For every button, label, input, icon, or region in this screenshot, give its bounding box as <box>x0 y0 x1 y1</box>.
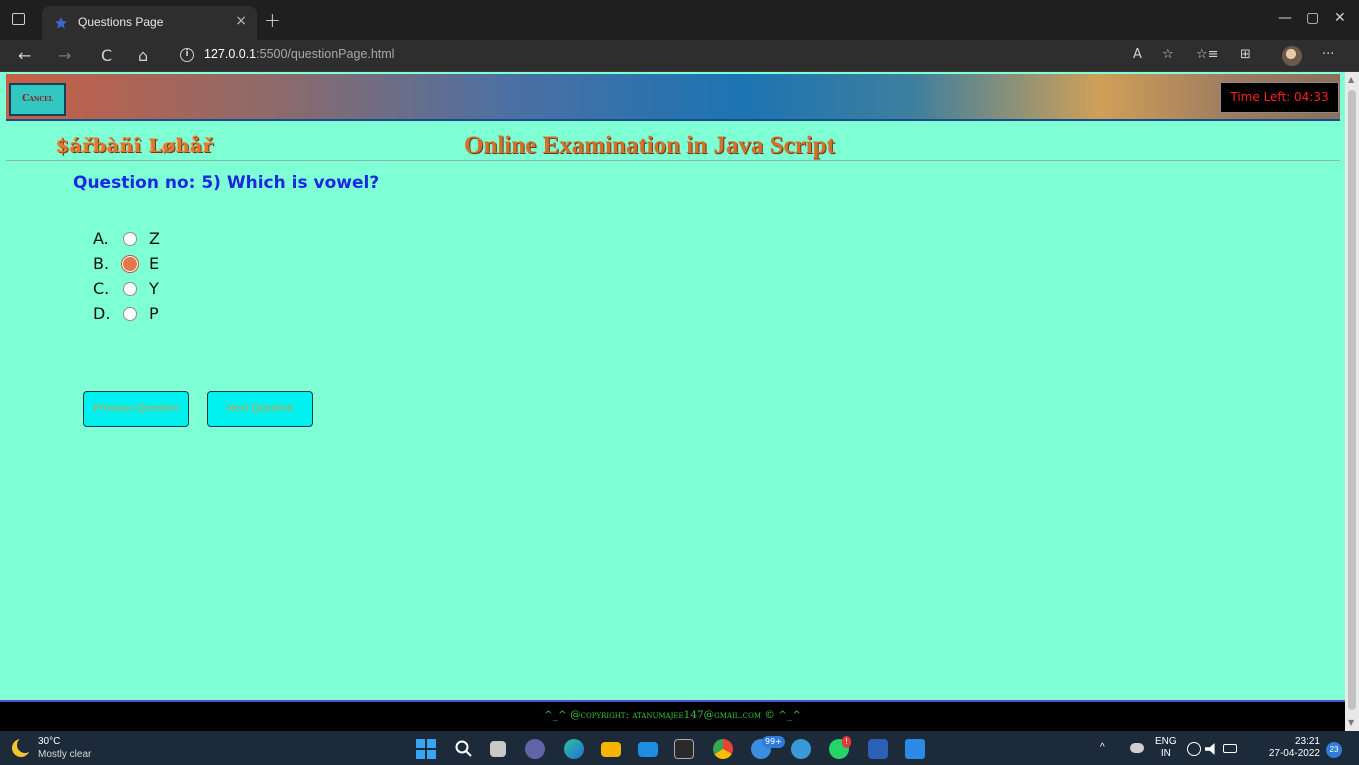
option-d[interactable]: D. P <box>93 301 160 326</box>
new-tab-icon[interactable]: + <box>264 8 281 32</box>
option-letter: D. <box>93 304 111 323</box>
profile-avatar[interactable] <box>1282 46 1302 66</box>
option-d-radio[interactable] <box>123 306 137 321</box>
whatsapp-alert-badge: ! <box>842 736 852 748</box>
address-bar: ← → C ⌂ i 127.0.0.1:5500/questionPage.ht… <box>0 40 1359 72</box>
cloud-icon[interactable] <box>1130 743 1144 753</box>
option-b-radio[interactable] <box>122 255 138 272</box>
notion-icon[interactable] <box>674 739 694 759</box>
refresh-icon[interactable]: C <box>101 46 112 65</box>
brand-logo-text: $ářbàñî Løhåř <box>56 135 214 157</box>
file-explorer-icon[interactable] <box>601 742 621 757</box>
start-menu-icon[interactable] <box>416 739 436 759</box>
cancel-button[interactable]: Cancel <box>9 83 66 116</box>
option-letter: A. <box>93 229 109 248</box>
option-letter: B. <box>93 254 110 273</box>
language-bottom: IN <box>1160 748 1171 759</box>
scroll-thumb[interactable] <box>1348 90 1356 710</box>
site-info-icon[interactable]: i <box>180 48 194 62</box>
clock-time: 23:21 <box>1294 736 1320 747</box>
tab-title: Questions Page <box>78 15 164 29</box>
favorites-icon[interactable]: ☆≡ <box>1196 47 1219 62</box>
option-b[interactable]: B. E <box>93 251 160 276</box>
browser-tab-bar: Questions Page × + — ▢ ✕ <box>0 0 1359 40</box>
page-viewport: Cancel Time Left: 04:33 $ářbàñî Løhåř On… <box>0 72 1345 731</box>
option-label: Z <box>149 229 160 248</box>
mail-icon[interactable] <box>638 742 658 757</box>
scroll-up-icon[interactable]: ▲ <box>1348 75 1354 84</box>
exam-header-bar: Cancel Time Left: 04:33 <box>6 74 1340 121</box>
battery-icon[interactable] <box>1223 744 1237 753</box>
network-icon[interactable] <box>1187 742 1201 756</box>
language-indicator[interactable]: ENG IN <box>1155 736 1177 760</box>
weather-moon-icon[interactable] <box>12 737 33 757</box>
url-host: 127.0.0.1 <box>204 47 257 61</box>
scroll-down-icon[interactable]: ▼ <box>1348 718 1354 727</box>
url-field[interactable]: 127.0.0.1:5500/questionPage.html <box>204 47 394 61</box>
forward-icon[interactable]: → <box>58 46 71 65</box>
task-view-icon[interactable] <box>490 741 506 757</box>
restore-icon[interactable]: ▢ <box>1306 10 1319 26</box>
vscode-icon[interactable] <box>905 739 925 759</box>
more-menu-icon[interactable]: ··· <box>1322 47 1334 62</box>
option-c-radio[interactable] <box>123 281 137 296</box>
tab-close-icon[interactable]: × <box>235 13 247 29</box>
edge-browser-icon[interactable] <box>564 739 584 759</box>
ultraedit-icon[interactable] <box>791 739 811 759</box>
tray-chevron-icon[interactable]: ^ <box>1100 742 1105 754</box>
page-title: Online Examination in Java Script <box>464 132 835 159</box>
search-icon[interactable] <box>454 739 474 759</box>
option-a-radio[interactable] <box>123 231 137 246</box>
option-label: E <box>149 254 160 273</box>
page-favicon-icon <box>55 17 67 29</box>
option-label: Y <box>149 279 159 298</box>
answer-options: A. Z B. E C. Y D. P <box>93 226 160 326</box>
page-footer: ^_^ @copyright: atanumajee147@gmail.com … <box>0 700 1345 731</box>
app-badge-count: 99+ <box>762 736 785 748</box>
url-path: :5500/questionPage.html <box>256 47 395 61</box>
add-favorite-icon[interactable]: ☆ <box>1162 47 1174 62</box>
notification-count-badge[interactable]: 23 <box>1326 742 1342 758</box>
option-label: P <box>149 304 159 323</box>
clock[interactable]: 23:21 27-04-2022 <box>1262 736 1320 760</box>
minimize-icon[interactable]: — <box>1278 10 1292 26</box>
windows-taskbar: 30°C Mostly clear 99+ ! ^ ENG IN 23:21 27-… <box>0 731 1359 765</box>
home-icon[interactable]: ⌂ <box>138 46 148 65</box>
question-text: Question no: 5) Which is vowel? <box>73 173 380 193</box>
weather-temperature: 30°C <box>38 736 61 747</box>
option-a[interactable]: A. Z <box>93 226 160 251</box>
previous-question-button[interactable]: Previous Question <box>83 391 189 427</box>
time-left-display: Time Left: 04:33 <box>1220 82 1339 113</box>
title-divider <box>6 160 1340 161</box>
next-question-button[interactable]: Next Question <box>207 391 313 427</box>
language-top: ENG <box>1155 736 1177 747</box>
page-scrollbar[interactable]: ▲ ▼ <box>1345 72 1359 731</box>
collections-icon[interactable]: ⊞ <box>1240 47 1251 62</box>
browser-tab[interactable]: Questions Page × <box>42 6 257 40</box>
option-c[interactable]: C. Y <box>93 276 160 301</box>
back-icon[interactable]: ← <box>18 46 31 65</box>
option-letter: C. <box>93 279 110 298</box>
close-window-icon[interactable]: ✕ <box>1334 10 1346 26</box>
chrome-icon[interactable] <box>713 739 733 759</box>
clock-date: 27-04-2022 <box>1268 748 1320 759</box>
weather-condition: Mostly clear <box>38 749 92 760</box>
copyright-text: ^_^ @copyright: atanumajee147@gmail.com … <box>543 709 802 721</box>
teams-chat-icon[interactable] <box>525 739 545 759</box>
word-icon[interactable] <box>868 739 888 759</box>
read-aloud-icon[interactable]: A <box>1133 47 1142 62</box>
tab-actions-icon[interactable] <box>12 13 25 25</box>
volume-icon[interactable] <box>1205 743 1215 755</box>
